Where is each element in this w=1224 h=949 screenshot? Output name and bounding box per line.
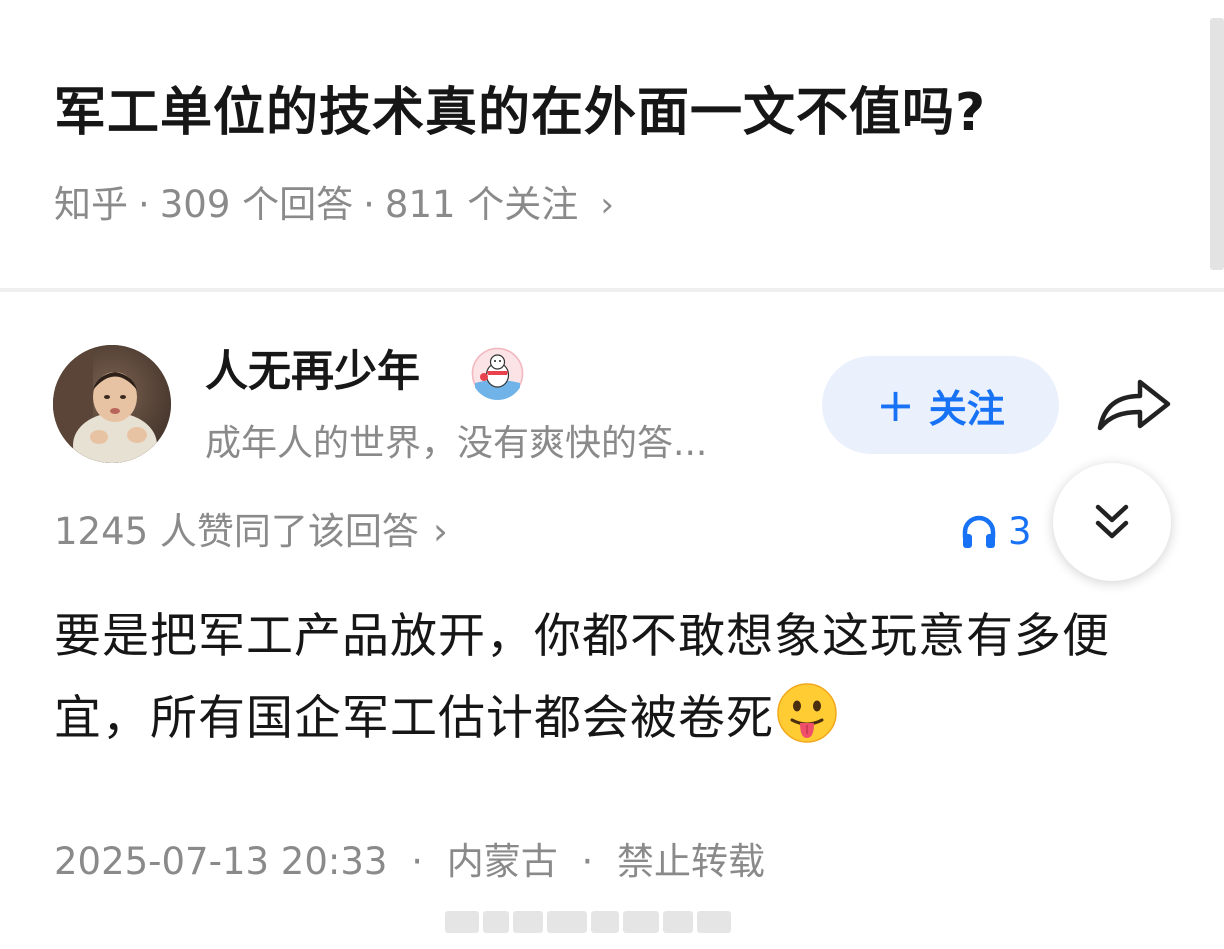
follow-label: 关注 (928, 386, 1005, 431)
collapse-button[interactable] (1053, 463, 1171, 581)
face-with-tongue-icon (777, 683, 837, 743)
author-bio: 成年人的世界，没有爽快的答... (205, 423, 708, 464)
author-name[interactable]: 人无再少年 (205, 342, 420, 402)
watermark (445, 902, 735, 942)
author-badge-icon[interactable] (471, 347, 524, 400)
answer-content[interactable]: 要是把军工产品放开，你都不敢想象这玩意有多便宜，所有国企军工估计都会被卷死 (54, 596, 1164, 760)
question-title[interactable]: 军工单位的技术真的在外面一文不值吗? (54, 78, 1194, 148)
section-divider (0, 288, 1224, 292)
answer-date: 2025-07-13 20:33 (54, 840, 388, 883)
separator-dot: · (363, 183, 375, 226)
vote-count: 1245 人赞同了该回答 (54, 510, 419, 553)
listen-count: 3 (1008, 510, 1032, 553)
question-meta[interactable]: 知乎 · 309 个回答 · 811 个关注 › (54, 178, 614, 232)
answer-text: 要是把军工产品放开，你都不敢想象这玩意有多便宜，所有国企军工估计都会被卷死 (54, 609, 1110, 746)
separator-dot: · (581, 840, 594, 883)
author-avatar[interactable] (53, 345, 171, 463)
plus-icon: + (876, 378, 915, 432)
chevron-right-icon: › (432, 510, 448, 553)
copyright-notice: 禁止转载 (617, 840, 766, 883)
double-chevron-down-icon (1095, 504, 1129, 539)
separator-dot: · (411, 840, 423, 883)
share-icon[interactable] (1094, 372, 1174, 438)
headphone-icon (962, 515, 996, 548)
follow-button[interactable]: + 关注 (822, 356, 1059, 454)
listen-button[interactable]: 3 (960, 505, 1032, 559)
follower-count: 811 个关注 (384, 183, 579, 226)
separator-dot: · (138, 183, 150, 226)
source-label: 知乎 (54, 183, 128, 226)
answer-count: 309 个回答 (159, 183, 354, 226)
chevron-right-icon: › (600, 185, 614, 225)
answer-location: 内蒙古 (446, 840, 558, 883)
vote-summary[interactable]: 1245 人赞同了该回答 › (54, 505, 448, 559)
page-scrollbar[interactable] (1210, 18, 1224, 270)
answer-footer: 2025-07-13 20:33 · 内蒙古 · 禁止转载 (54, 835, 765, 889)
